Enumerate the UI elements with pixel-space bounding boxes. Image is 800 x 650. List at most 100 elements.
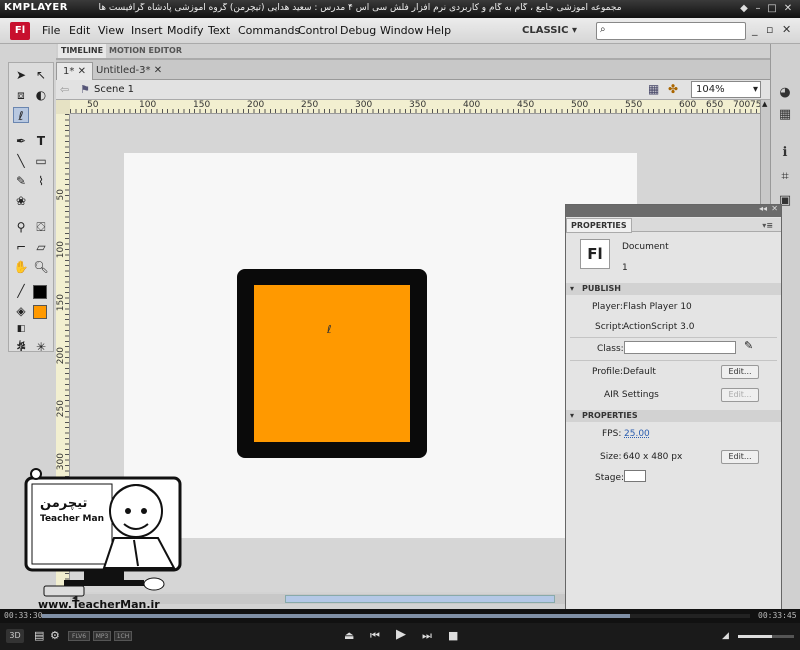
pen-tool-icon[interactable]: ✒ (13, 133, 29, 149)
menu-help[interactable]: Help (426, 24, 451, 37)
transform-panel-icon[interactable]: ⌗ (776, 168, 794, 186)
menu-window[interactable]: Window (380, 24, 423, 37)
swatches-panel-icon[interactable]: ▦ (776, 106, 794, 124)
swap-colors-icon[interactable]: ◧ (13, 321, 29, 337)
menu-file[interactable]: File (42, 24, 60, 37)
scroll-up-icon[interactable]: ▲ (762, 100, 767, 108)
subselection-tool-icon[interactable]: ↖ (33, 67, 49, 83)
rectangle-tool-icon[interactable]: ▭ (33, 153, 49, 169)
fill-color-swatch[interactable] (33, 305, 47, 319)
selection-tool-icon[interactable]: ➤ (13, 67, 29, 83)
ruler-label: 250 (56, 400, 66, 418)
seek-bar[interactable] (42, 614, 750, 618)
minimize-icon[interactable]: – (752, 3, 764, 15)
menu-text[interactable]: Text (208, 24, 230, 37)
close-icon[interactable]: ✕ (782, 3, 794, 15)
menu-insert[interactable]: Insert (131, 24, 163, 37)
audio-badge[interactable]: MP3 (93, 631, 111, 641)
rectangle-fill[interactable] (254, 285, 410, 442)
doc-tab-untitled-3[interactable]: Untitled-3* ✕ (90, 62, 168, 80)
edit-symbols-icon[interactable]: ✤ (668, 82, 678, 96)
zoom-select[interactable]: 104% ▾ (691, 81, 761, 98)
format-badge[interactable]: FLV6 (68, 631, 90, 641)
maximize-icon[interactable]: □ (766, 3, 778, 15)
straighten-icon[interactable]: ↯ (14, 338, 30, 354)
menu-modify[interactable]: Modify (167, 24, 203, 37)
smooth-icon[interactable]: ✳ (33, 339, 49, 355)
free-transform-icon[interactable]: ⧈ (13, 87, 29, 103)
player-logo: KMPLAYER (4, 2, 68, 13)
eject-icon[interactable]: ⏏ (344, 629, 354, 643)
channel-badge[interactable]: 1CH (114, 631, 132, 641)
eraser-tool-icon[interactable]: ▱ (33, 239, 49, 255)
3d-mode-button[interactable]: 3D (6, 629, 24, 643)
close-icon[interactable]: ✕ (154, 65, 162, 76)
brush-tool-icon[interactable]: ⌇ (33, 173, 49, 189)
hand-tool-icon[interactable]: ✋ (13, 259, 29, 275)
search-input[interactable]: ⌕ (596, 22, 746, 40)
lasso-tool-icon[interactable]: ℓ (13, 107, 29, 123)
zoom-tool-icon[interactable]: 🔍︎ (33, 259, 49, 275)
stage[interactable]: ℓ (124, 153, 637, 538)
pencil-edit-icon[interactable]: ✎ (744, 339, 753, 352)
previous-icon[interactable]: ⏮ (370, 629, 380, 643)
close-icon[interactable]: ✕ (78, 66, 86, 77)
stop-icon[interactable]: ■ (448, 629, 458, 643)
minimize-window-icon[interactable]: _ (752, 23, 758, 36)
bone-tool-icon[interactable]: ⚲ (13, 219, 29, 235)
tab-motion-editor[interactable]: MOTION EDITOR (106, 44, 185, 58)
size-edit-button[interactable]: Edit... (721, 450, 759, 464)
doc-tab-1[interactable]: 1* ✕ (56, 62, 93, 80)
seek-progress (42, 614, 630, 618)
ruler-label: 550 (625, 100, 643, 110)
ruler-label: 250 (301, 100, 319, 110)
next-icon[interactable]: ⏭ (422, 629, 432, 643)
workspace-switcher[interactable]: CLASSIC ▾ (522, 22, 586, 40)
ruler-corner (56, 100, 70, 114)
info-panel-icon[interactable]: ℹ (776, 144, 794, 162)
back-arrow-icon[interactable]: ⇦ (60, 83, 69, 96)
3d-rotation-icon[interactable]: ◐ (33, 87, 49, 103)
eyedropper-tool-icon[interactable]: ⌐ (13, 239, 29, 255)
properties-section-header[interactable]: ▾ PROPERTIES (566, 410, 781, 422)
volume-slider[interactable] (738, 635, 794, 638)
tab-properties[interactable]: PROPERTIES (566, 218, 632, 233)
color-panel-icon[interactable]: ◕ (776, 84, 794, 102)
profile-edit-button[interactable]: Edit... (721, 365, 759, 379)
menu-edit[interactable]: Edit (69, 24, 90, 37)
volume-icon[interactable]: ◢ (722, 629, 729, 643)
text-tool-icon[interactable]: T (33, 133, 49, 149)
publish-section-header[interactable]: ▾ PUBLISH (566, 283, 781, 295)
menu-commands[interactable]: Commands (238, 24, 300, 37)
stroke-color-swatch[interactable] (33, 285, 47, 299)
fps-value[interactable]: 25.00 (624, 429, 650, 439)
divider (570, 337, 777, 338)
paint-bucket-icon[interactable]: ⛋ (33, 219, 49, 235)
close-panel-icon[interactable]: ✕ (771, 204, 778, 213)
settings-icon[interactable]: ⚙ (50, 629, 60, 643)
pencil-tool-icon[interactable]: ✎ (13, 173, 29, 189)
stage-color-swatch[interactable] (624, 470, 646, 482)
panel-header[interactable]: ◂◂ ✕ (566, 204, 781, 217)
script-label: Script: (595, 322, 625, 332)
line-tool-icon[interactable]: ╲ (13, 153, 29, 169)
rectangle-stroke[interactable] (237, 269, 427, 458)
menu-control[interactable]: Control (298, 24, 338, 37)
restore-window-icon[interactable]: ▫ (766, 23, 773, 36)
tab-timeline[interactable]: TIMELINE (58, 44, 107, 58)
class-input[interactable] (624, 341, 736, 354)
panel-menu-icon[interactable]: ▾≡ (758, 219, 777, 232)
ruler-label: 200 (247, 100, 265, 110)
scroll-thumb[interactable] (285, 595, 555, 603)
playlist-icon[interactable]: ▤ (34, 629, 44, 643)
properties-tab[interactable]: PROPERTIES ▾≡ (566, 218, 781, 233)
menu-debug[interactable]: Debug (340, 24, 376, 37)
close-window-icon[interactable]: ✕ (782, 23, 791, 36)
edit-scene-icon[interactable]: ▦ (648, 82, 659, 96)
deco-tool-icon[interactable]: ❀ (13, 193, 29, 209)
profile-value: Default (623, 367, 656, 377)
menu-view[interactable]: View (98, 24, 124, 37)
collapse-icon[interactable]: ◂◂ (759, 204, 767, 213)
play-icon[interactable]: ▶ (396, 628, 406, 642)
pin-icon[interactable]: ◆ (738, 3, 750, 15)
